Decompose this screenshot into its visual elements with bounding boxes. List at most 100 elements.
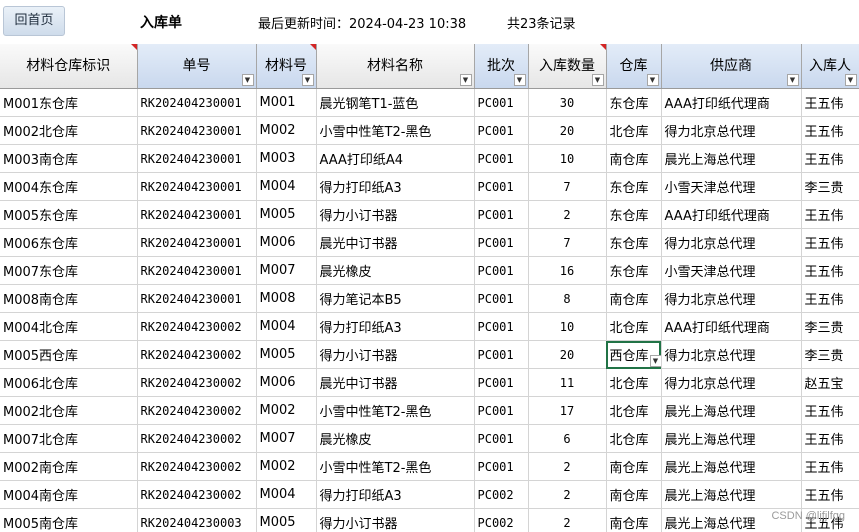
table-cell[interactable]: 北仓库: [606, 312, 662, 341]
table-cell[interactable]: 晨光中订书器: [316, 368, 475, 397]
table-cell[interactable]: PC001: [474, 368, 529, 397]
table-cell[interactable]: 小雪中性笔T2-黑色: [316, 452, 475, 481]
table-cell[interactable]: 得力北京总代理: [661, 284, 802, 313]
filter-dropdown-icon[interactable]: ▼: [241, 74, 254, 86]
table-cell[interactable]: 得力小订书器: [316, 340, 475, 369]
table-cell[interactable]: 王五伟: [801, 200, 859, 229]
table-cell[interactable]: 南仓库: [606, 508, 662, 532]
table-cell[interactable]: AAA打印纸代理商: [661, 312, 802, 341]
table-cell[interactable]: PC001: [474, 396, 529, 425]
table-cell[interactable]: 30: [528, 88, 607, 117]
table-cell[interactable]: 王五伟: [801, 116, 859, 145]
table-cell[interactable]: 晨光上海总代理: [661, 396, 802, 425]
table-cell[interactable]: PC001: [474, 312, 529, 341]
table-cell[interactable]: M006: [256, 228, 317, 257]
table-cell[interactable]: RK202404230002: [137, 396, 257, 425]
table-cell[interactable]: 赵五宝: [801, 368, 859, 397]
table-cell[interactable]: PC001: [474, 284, 529, 313]
table-cell[interactable]: M007北仓库: [0, 424, 138, 453]
table-cell[interactable]: PC001: [474, 116, 529, 145]
table-cell[interactable]: RK202404230002: [137, 424, 257, 453]
home-button[interactable]: 回首页: [3, 6, 65, 36]
table-cell[interactable]: RK202404230003: [137, 508, 257, 532]
table-cell[interactable]: 晨光上海总代理: [661, 480, 802, 509]
table-cell[interactable]: RK202404230002: [137, 452, 257, 481]
table-cell[interactable]: 南仓库: [606, 480, 662, 509]
column-header[interactable]: 仓库 ▼: [606, 44, 662, 89]
table-cell[interactable]: RK202404230001: [137, 172, 257, 201]
table-cell[interactable]: PC001: [474, 452, 529, 481]
table-cell[interactable]: RK202404230001: [137, 256, 257, 285]
table-cell[interactable]: 北仓库: [606, 396, 662, 425]
table-cell[interactable]: 晨光橡皮: [316, 256, 475, 285]
table-cell[interactable]: RK202404230001: [137, 116, 257, 145]
table-cell[interactable]: PC001: [474, 340, 529, 369]
table-cell[interactable]: M007东仓库: [0, 256, 138, 285]
table-cell[interactable]: 王五伟: [801, 480, 859, 509]
table-cell[interactable]: 晨光上海总代理: [661, 424, 802, 453]
table-cell[interactable]: RK202404230002: [137, 480, 257, 509]
table-cell[interactable]: 得力打印纸A3: [316, 480, 475, 509]
table-cell[interactable]: 得力打印纸A3: [316, 312, 475, 341]
table-cell[interactable]: PC001: [474, 256, 529, 285]
filter-dropdown-icon[interactable]: ▼: [646, 74, 659, 86]
table-cell[interactable]: M004南仓库: [0, 480, 138, 509]
table-cell[interactable]: 王五伟: [801, 396, 859, 425]
table-cell[interactable]: M007: [256, 256, 317, 285]
table-cell[interactable]: PC001: [474, 424, 529, 453]
filter-dropdown-icon[interactable]: ▼: [844, 74, 857, 86]
table-cell[interactable]: 7: [528, 228, 607, 257]
table-cell[interactable]: 20: [528, 340, 607, 369]
table-cell[interactable]: 得力笔记本B5: [316, 284, 475, 313]
table-cell[interactable]: RK202404230001: [137, 144, 257, 173]
table-cell[interactable]: M005南仓库: [0, 508, 138, 532]
table-cell[interactable]: 10: [528, 144, 607, 173]
table-cell[interactable]: 北仓库: [606, 424, 662, 453]
table-cell[interactable]: 东仓库: [606, 200, 662, 229]
table-cell[interactable]: RK202404230002: [137, 340, 257, 369]
table-cell[interactable]: M003: [256, 144, 317, 173]
table-cell[interactable]: M002北仓库: [0, 116, 138, 145]
table-cell[interactable]: 李三贵: [801, 340, 859, 369]
table-cell[interactable]: 王五伟: [801, 284, 859, 313]
table-cell[interactable]: M005: [256, 200, 317, 229]
table-cell[interactable]: 北仓库: [606, 116, 662, 145]
table-cell[interactable]: 王五伟: [801, 424, 859, 453]
table-cell[interactable]: M008南仓库: [0, 284, 138, 313]
table-cell[interactable]: RK202404230001: [137, 88, 257, 117]
table-cell[interactable]: 小雪中性笔T2-黑色: [316, 396, 475, 425]
table-cell[interactable]: M004: [256, 480, 317, 509]
table-cell[interactable]: 得力打印纸A3: [316, 172, 475, 201]
cell-dropdown-icon[interactable]: ▼: [649, 355, 660, 367]
table-cell[interactable]: 10: [528, 312, 607, 341]
table-cell[interactable]: M005西仓库: [0, 340, 138, 369]
table-cell[interactable]: 7: [528, 172, 607, 201]
column-header[interactable]: 材料号 ▼: [256, 44, 317, 89]
table-cell[interactable]: 得力北京总代理: [661, 228, 802, 257]
table-cell[interactable]: 8: [528, 284, 607, 313]
table-cell[interactable]: PC002: [474, 480, 529, 509]
column-header[interactable]: 供应商 ▼: [661, 44, 802, 89]
table-cell[interactable]: M008: [256, 284, 317, 313]
table-cell[interactable]: PC001: [474, 88, 529, 117]
filter-dropdown-icon[interactable]: ▼: [459, 74, 472, 86]
table-cell[interactable]: 南仓库: [606, 452, 662, 481]
column-header[interactable]: 批次 ▼: [474, 44, 529, 89]
table-cell[interactable]: M006北仓库: [0, 368, 138, 397]
table-cell[interactable]: 6: [528, 424, 607, 453]
table-cell[interactable]: M005: [256, 340, 317, 369]
table-cell[interactable]: M001: [256, 88, 317, 117]
table-cell[interactable]: 2: [528, 452, 607, 481]
table-cell[interactable]: M002北仓库: [0, 396, 138, 425]
table-cell[interactable]: 17: [528, 396, 607, 425]
filter-dropdown-icon[interactable]: ▼: [786, 74, 799, 86]
table-cell[interactable]: PC001: [474, 200, 529, 229]
filter-dropdown-icon[interactable]: ▼: [591, 74, 604, 86]
table-cell[interactable]: 得力小订书器: [316, 200, 475, 229]
table-cell[interactable]: M007: [256, 424, 317, 453]
table-cell[interactable]: PC002: [474, 508, 529, 532]
table-cell[interactable]: 晨光上海总代理: [661, 144, 802, 173]
table-cell[interactable]: 11: [528, 368, 607, 397]
column-header[interactable]: 入库数量 ▼: [528, 44, 607, 89]
table-cell[interactable]: 得力北京总代理: [661, 368, 802, 397]
